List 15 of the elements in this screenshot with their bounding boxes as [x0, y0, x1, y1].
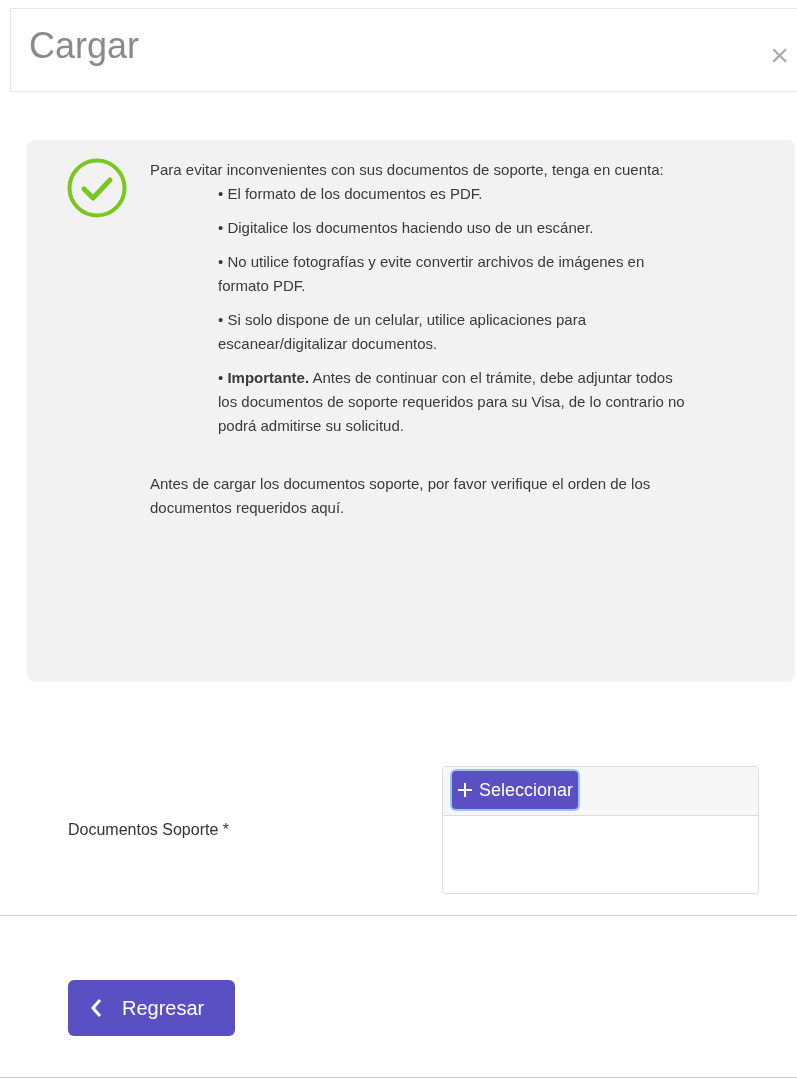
chevron-left-icon [90, 998, 102, 1018]
select-button[interactable]: Seleccionar [452, 771, 579, 809]
plus-icon [457, 782, 473, 798]
upload-field[interactable]: Seleccionar [442, 766, 759, 894]
check-circle-icon [67, 158, 127, 218]
back-button[interactable]: Regresar [68, 980, 235, 1036]
bullet-text: • No utilice fotografías y evite convertir archivos de imágenes en formato PDF. [218, 252, 646, 296]
dialog-title: Cargar [29, 24, 140, 68]
notice-intro: Para evitar inconvenientes con sus documentos de soporte, tenga en cuenta: [150, 160, 665, 180]
notice-footer: Antes de cargar los documentos soporte, por favor verifique el orden de los documentos requeridos aquí. [150, 472, 710, 520]
bullet-text: • El formato de los documentos es PDF. [218, 184, 484, 204]
bullet-text: • Digitalice los documentos haciendo uso de un escáner. [218, 218, 595, 238]
field-label: Documentos Soporte * [68, 820, 230, 840]
bullet-text: • Importante. Antes de continuar con el trámite, debe adjuntar todos los documentos de soporte requeridos para su Visa, de lo contrario no podrá admitirse su solicitud. [218, 368, 686, 436]
bullet-text: • Si solo dispone de un celular, utilice aplicaciones para escanear/digitalizar documentos. [218, 310, 587, 354]
